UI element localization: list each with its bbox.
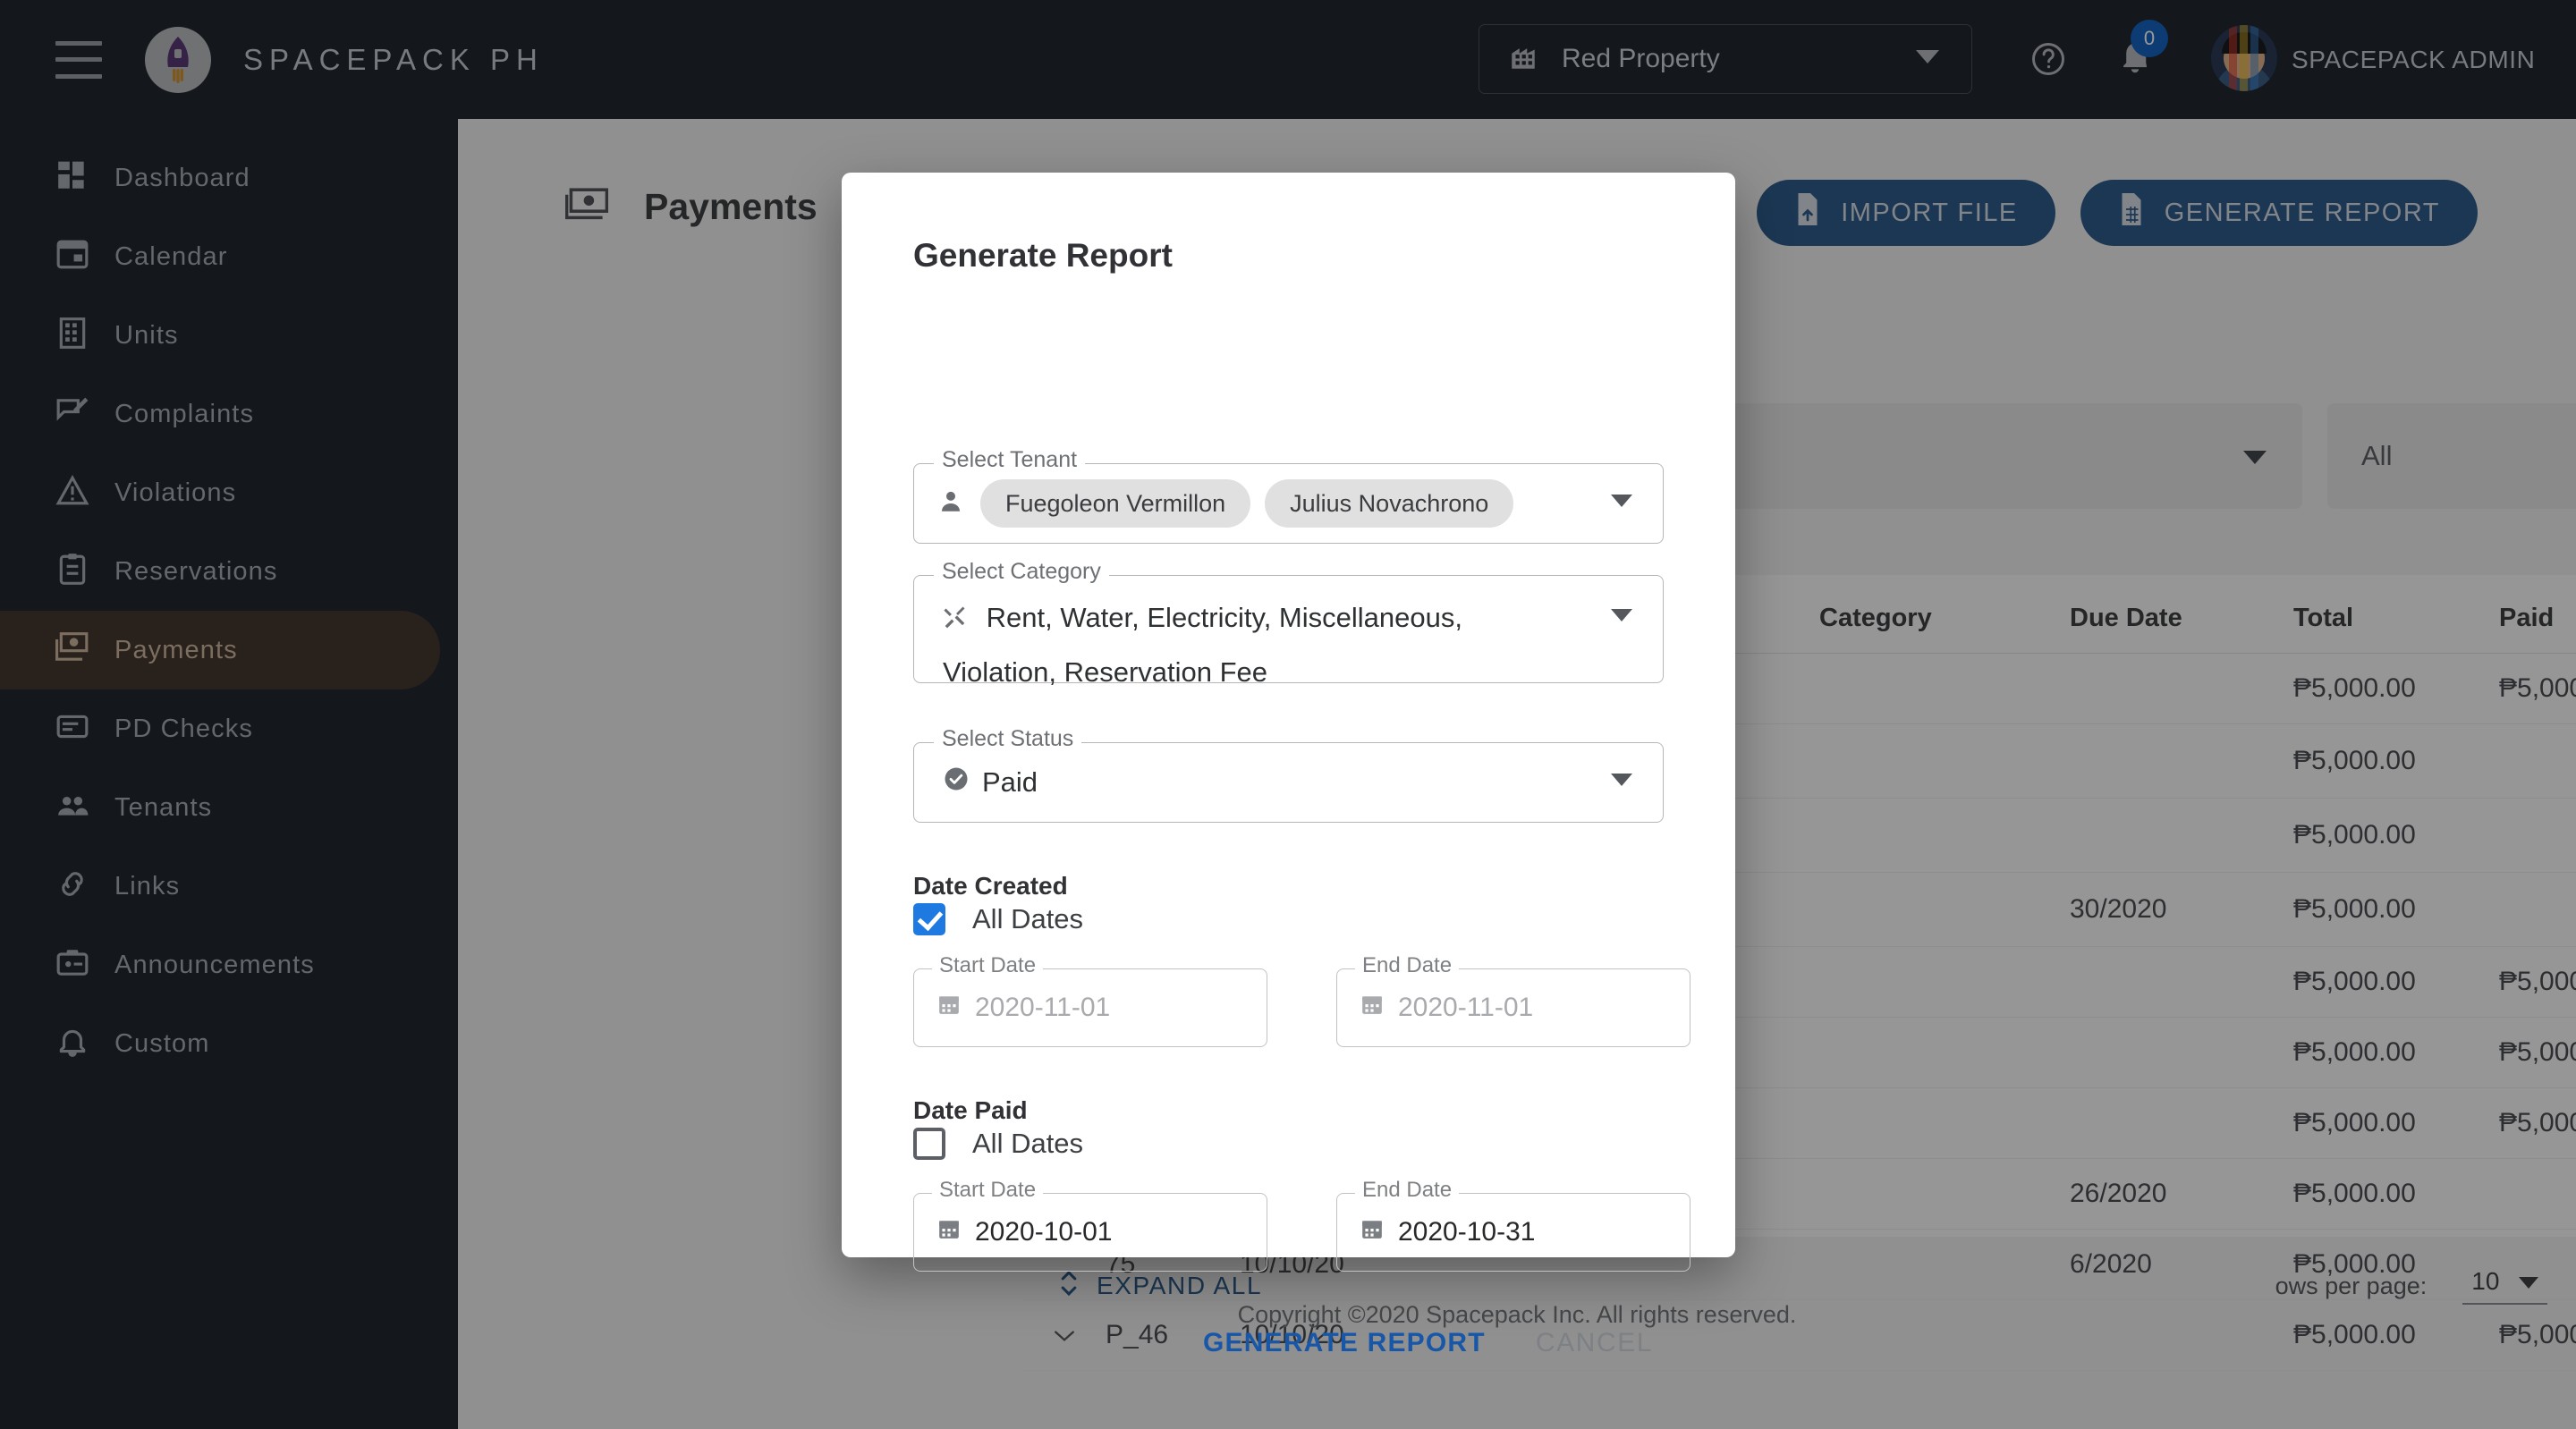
- date-created-start-value: 2020-11-01: [975, 993, 1111, 1022]
- dialog-title: Generate Report: [913, 237, 1173, 274]
- date-created-end-input[interactable]: End Date 2020-11-01: [1336, 953, 1690, 1047]
- chevron-down-icon: [1611, 609, 1632, 627]
- select-tenant-field[interactable]: Select Tenant Fuegoleon Vermillon Julius …: [913, 447, 1664, 544]
- app-root: SPACEPACK PH Red Property 0 SPACEPACK AD…: [0, 0, 2576, 1429]
- calendar-icon: [937, 1217, 961, 1247]
- tenant-chip-list: Fuegoleon Vermillon Julius Novachrono: [980, 479, 1514, 528]
- date-paid-start-value: 2020-10-01: [975, 1217, 1113, 1247]
- select-tenant-legend: Select Tenant: [934, 447, 1086, 473]
- date-created-end-value-wrap: 2020-11-01: [1360, 993, 1533, 1023]
- select-status-value-wrap: Paid: [943, 765, 1038, 799]
- select-category-value: Rent, Water, Electricity, Miscellaneous,…: [943, 602, 1462, 688]
- date-paid-start-input[interactable]: Start Date 2020-10-01: [913, 1178, 1267, 1272]
- date-paid-end-value: 2020-10-31: [1398, 1217, 1536, 1247]
- dialog-actions: GENERATE REPORT CANCEL: [842, 1328, 1735, 1358]
- select-status-field[interactable]: Select Status Paid: [913, 726, 1664, 823]
- date-paid-title: Date Paid: [913, 1096, 1028, 1124]
- date-paid-end-input[interactable]: End Date 2020-10-31: [1336, 1178, 1690, 1272]
- tenant-chip[interactable]: Fuegoleon Vermillon: [980, 479, 1251, 528]
- date-created-title: Date Created: [913, 872, 1068, 900]
- calendar-icon: [937, 993, 961, 1023]
- chevron-down-icon: [1611, 774, 1632, 791]
- date-paid-start-legend: Start Date: [932, 1178, 1044, 1203]
- date-created-start-input[interactable]: Start Date 2020-11-01: [913, 953, 1267, 1047]
- chevron-down-icon: [1611, 495, 1632, 512]
- dialog-generate-report-button[interactable]: GENERATE REPORT: [1203, 1328, 1486, 1358]
- select-category-legend: Select Category: [934, 559, 1109, 585]
- date-paid-end-legend: End Date: [1355, 1178, 1460, 1203]
- date-paid-all-dates-label: All Dates: [972, 1128, 1084, 1159]
- check-circle-icon: [943, 765, 970, 799]
- calendar-icon: [1360, 1217, 1384, 1247]
- date-created-end-value: 2020-11-01: [1398, 993, 1534, 1022]
- date-paid-end-value-wrap: 2020-10-31: [1360, 1217, 1535, 1247]
- date-created-all-dates-checkbox[interactable]: All Dates: [913, 903, 1083, 935]
- date-paid-all-dates-checkbox[interactable]: All Dates: [913, 1128, 1083, 1160]
- calendar-icon: [1360, 993, 1384, 1023]
- dialog-cancel-button[interactable]: CANCEL: [1536, 1328, 1653, 1358]
- select-category-value-wrap: Rent, Water, Electricity, Miscellaneous,…: [943, 592, 1582, 698]
- date-created-end-legend: End Date: [1355, 953, 1460, 978]
- checkbox-checked-icon: [913, 903, 945, 935]
- checkbox-unchecked-icon: [913, 1128, 945, 1160]
- select-status-value: Paid: [982, 766, 1038, 798]
- tools-icon: [943, 605, 976, 637]
- date-created-start-legend: Start Date: [932, 953, 1044, 978]
- person-icon: [937, 488, 964, 520]
- select-status-legend: Select Status: [934, 726, 1082, 752]
- select-category-field[interactable]: Select Category Rent, Water, Electricity…: [913, 559, 1664, 688]
- date-created-start-value-wrap: 2020-11-01: [937, 993, 1110, 1023]
- tenant-chip[interactable]: Julius Novachrono: [1265, 479, 1514, 528]
- date-created-all-dates-label: All Dates: [972, 903, 1084, 934]
- date-paid-start-value-wrap: 2020-10-01: [937, 1217, 1112, 1247]
- generate-report-dialog: Generate Report Select Tenant Fuegoleon …: [842, 173, 1735, 1357]
